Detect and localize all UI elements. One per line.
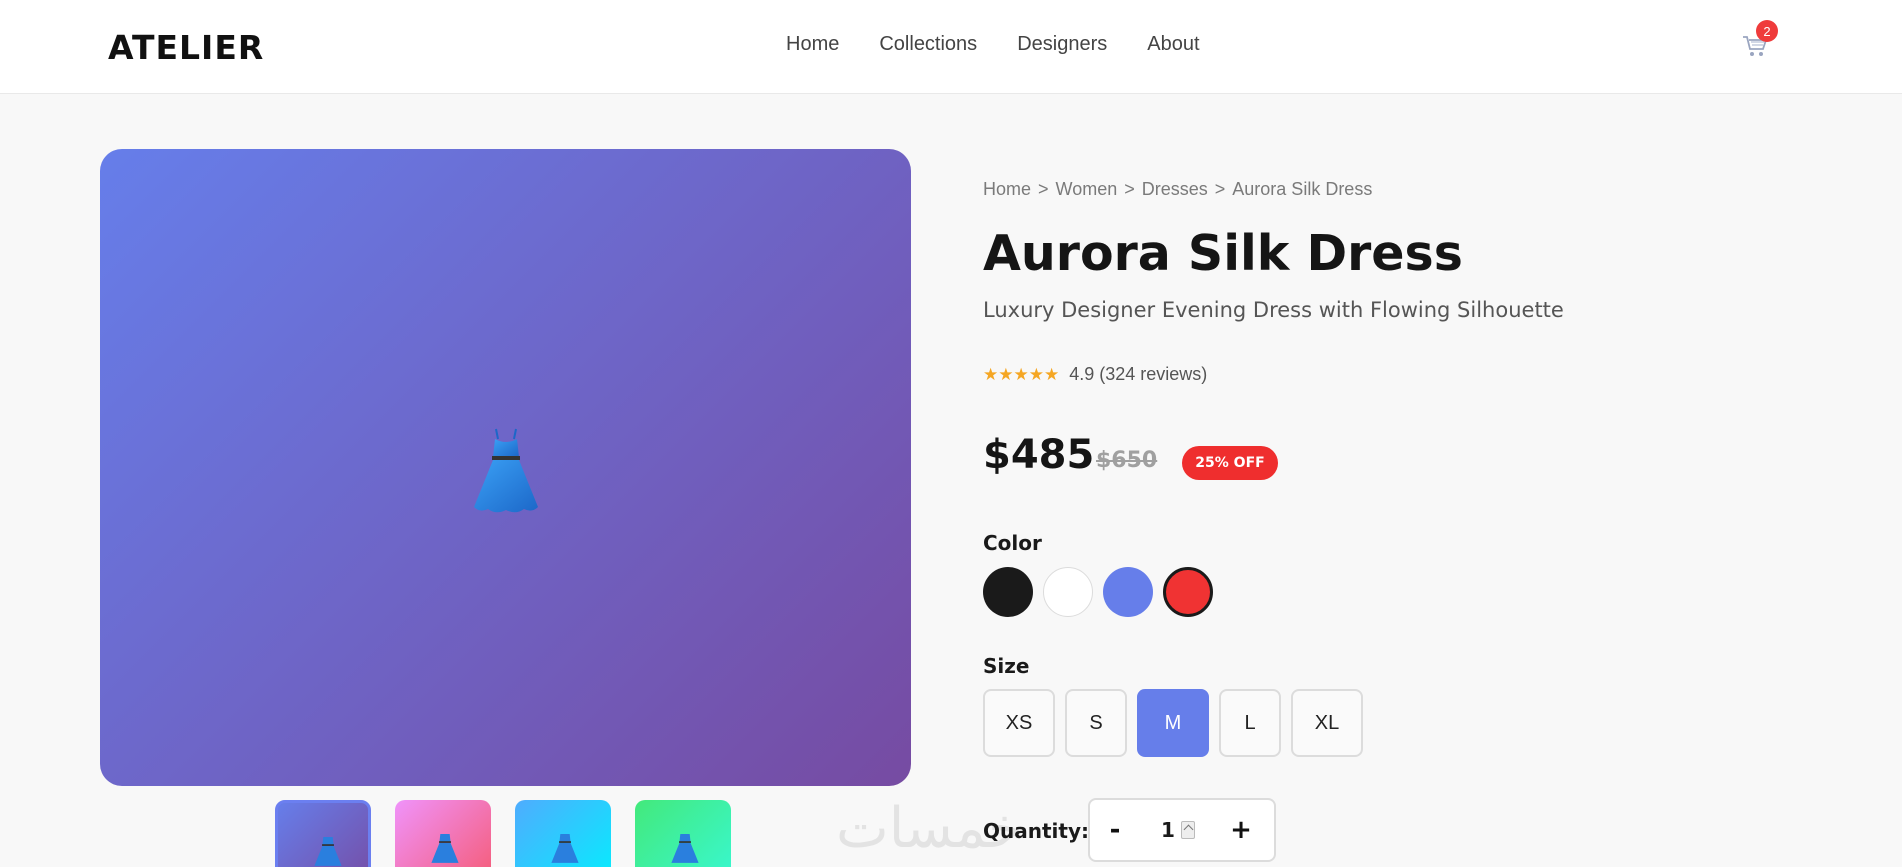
breadcrumb-women[interactable]: Women [1056, 179, 1118, 200]
nav-collections[interactable]: Collections [879, 33, 977, 56]
thumbnail-3[interactable] [515, 800, 611, 867]
breadcrumb-current: Aurora Silk Dress [1232, 179, 1373, 199]
color-label: Color [983, 531, 1042, 555]
quantity-value: 1 [1161, 818, 1175, 842]
color-swatch-black[interactable] [983, 567, 1033, 617]
original-price: $650 [1096, 448, 1158, 473]
breadcrumb-dresses[interactable]: Dresses [1142, 179, 1208, 200]
quantity-input[interactable]: 1 [1140, 800, 1216, 860]
size-l-button[interactable]: L [1219, 689, 1281, 757]
thumbnail-4[interactable] [635, 800, 731, 867]
dress-icon [671, 833, 699, 863]
dress-icon [431, 833, 459, 863]
star-rating-icon: ★★★★★ [983, 364, 1060, 385]
site-logo[interactable]: ATELIER [108, 28, 264, 67]
quantity-increment-button[interactable]: + [1216, 800, 1266, 860]
dress-icon [551, 833, 579, 863]
quantity-label: Quantity: [983, 819, 1089, 843]
current-price: $485 [983, 432, 1095, 478]
size-options: XS S M L XL [983, 689, 1363, 757]
breadcrumb-separator: > [1214, 179, 1226, 199]
color-options [983, 567, 1213, 617]
thumbnail-strip [275, 800, 731, 867]
breadcrumb-separator: > [1124, 179, 1135, 199]
site-header: ATELIER Home Collections Designers About… [0, 0, 1902, 94]
breadcrumb-home[interactable]: Home [983, 179, 1031, 200]
dress-icon [474, 428, 538, 513]
color-swatch-red-selected[interactable] [1163, 567, 1213, 617]
product-rating: ★★★★★ 4.9 (324 reviews) [983, 364, 1207, 385]
size-label: Size [983, 654, 1030, 678]
quantity-decrement-button[interactable]: - [1090, 800, 1140, 860]
rating-text[interactable]: 4.9 (324 reviews) [1069, 364, 1207, 385]
breadcrumb: Home > Women > Dresses > Aurora Silk Dre… [983, 179, 1372, 200]
main-product-image[interactable] [100, 149, 911, 786]
color-swatch-white[interactable] [1043, 567, 1093, 617]
nav-designers[interactable]: Designers [1017, 33, 1107, 56]
spinner-icon[interactable] [1180, 821, 1195, 839]
product-title: Aurora Silk Dress [983, 225, 1463, 282]
thumbnail-2[interactable] [395, 800, 491, 867]
size-s-button[interactable]: S [1065, 689, 1127, 757]
main-nav: Home Collections Designers About [786, 33, 1200, 56]
product-subtitle: Luxury Designer Evening Dress with Flowi… [983, 298, 1564, 322]
dress-icon [314, 836, 342, 866]
nav-home[interactable]: Home [786, 33, 839, 56]
nav-about[interactable]: About [1147, 33, 1199, 56]
quantity-stepper: - 1 + [1088, 798, 1276, 862]
size-xl-button[interactable]: XL [1291, 689, 1363, 757]
discount-badge: 25% OFF [1182, 446, 1278, 480]
size-xs-button[interactable]: XS [983, 689, 1055, 757]
size-m-button[interactable]: M [1137, 689, 1209, 757]
color-swatch-blue[interactable] [1103, 567, 1153, 617]
breadcrumb-separator: > [1038, 179, 1049, 199]
cart-count-badge: 2 [1756, 20, 1778, 42]
thumbnail-1[interactable] [275, 800, 371, 867]
